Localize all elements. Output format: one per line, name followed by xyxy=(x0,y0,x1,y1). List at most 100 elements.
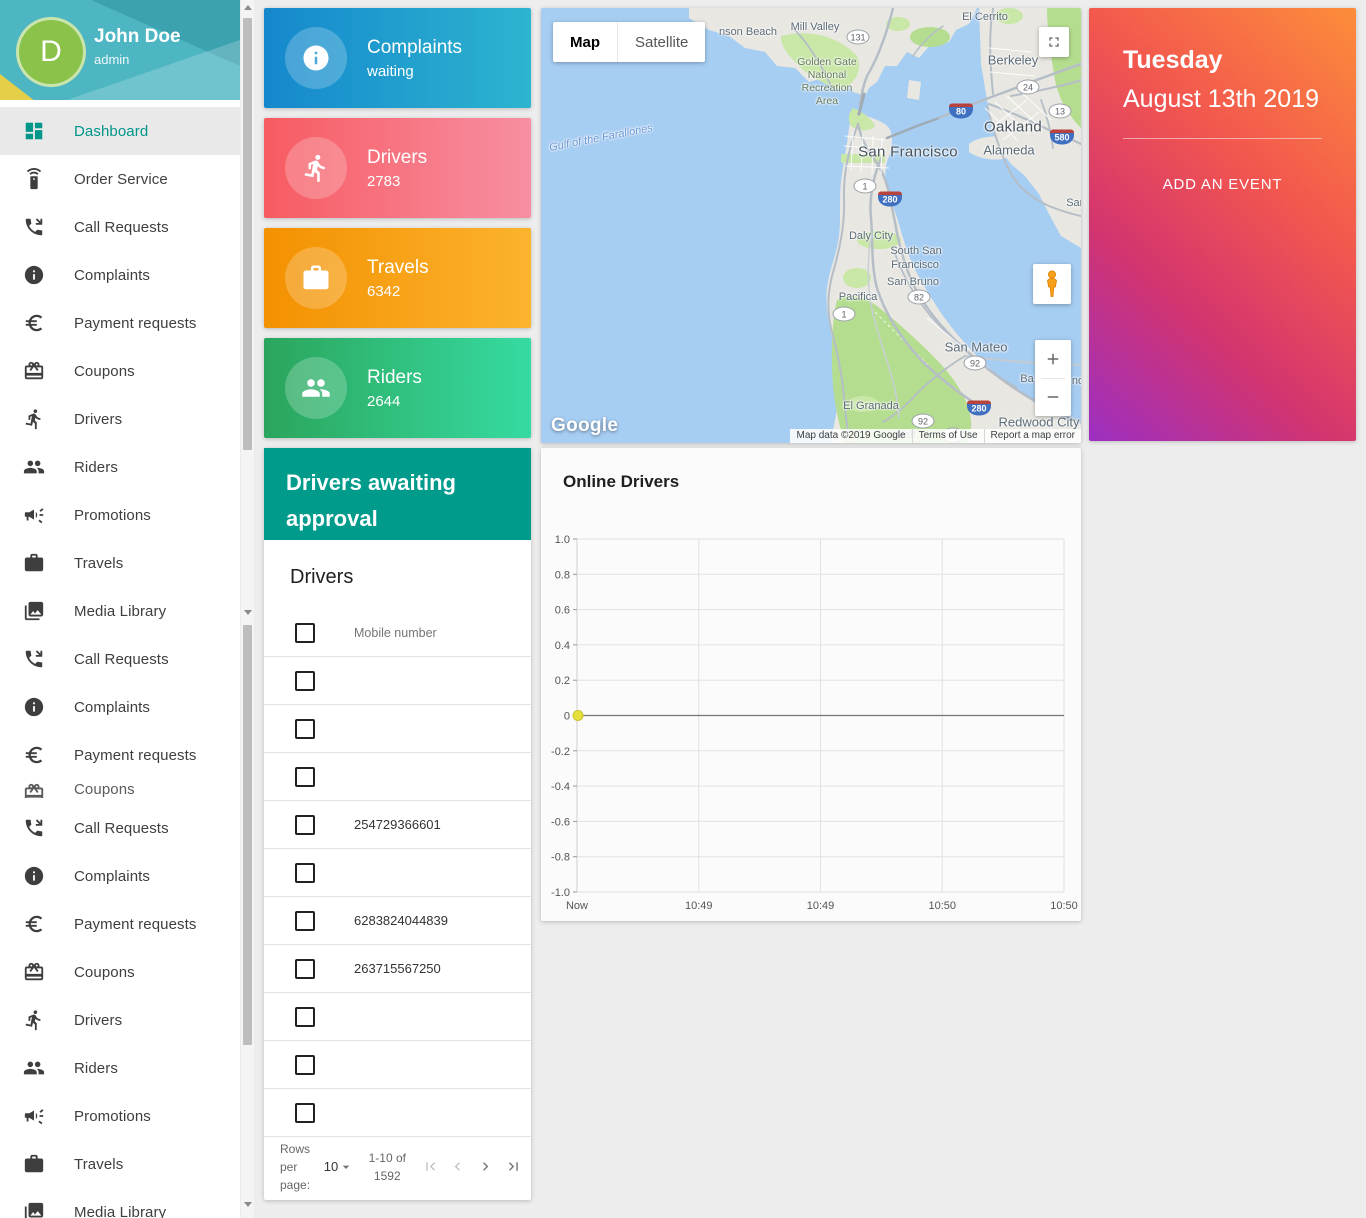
sidebar-item-riders[interactable]: Riders xyxy=(0,1044,240,1092)
sidebar-item-complaints[interactable]: Complaints xyxy=(0,251,240,299)
next-page-button[interactable] xyxy=(476,1156,496,1178)
report-map-error-link[interactable]: Report a map error xyxy=(983,429,1081,443)
map-label-oakland: Oakland xyxy=(984,118,1042,136)
map-label-redwood-city: Redwood City xyxy=(998,414,1080,430)
complaints-icon xyxy=(24,866,44,886)
stat-icon-circle xyxy=(285,27,347,89)
map-type-map-button[interactable]: Map xyxy=(553,22,617,62)
stat-card-riders[interactable]: Riders 2644 xyxy=(264,338,531,438)
stat-value: 2644 xyxy=(367,393,401,411)
chevron-left-icon xyxy=(454,1162,461,1171)
last-page-button[interactable] xyxy=(503,1156,523,1178)
table-row xyxy=(264,1041,531,1089)
mobile-number-cell: 6283824044839 xyxy=(354,913,448,928)
payment-requests-icon xyxy=(25,915,43,933)
stat-title: Complaints xyxy=(367,36,463,58)
scrollbar-thumb-top[interactable] xyxy=(243,18,252,450)
sidebar-item-promotions[interactable]: Promotions xyxy=(0,1092,240,1140)
sidebar-item-dashboard[interactable]: Dashboard xyxy=(0,107,240,155)
row-checkbox[interactable] xyxy=(295,766,315,787)
sidebar-item-payment-requests[interactable]: Payment requests xyxy=(0,731,240,779)
row-checkbox[interactable] xyxy=(295,1006,315,1027)
fullscreen-button[interactable] xyxy=(1039,27,1069,57)
scrollbar-thumb-bottom[interactable] xyxy=(243,625,252,1045)
map-label-ba: Ba xyxy=(1020,373,1034,385)
table-row: 254729366601 xyxy=(264,801,531,849)
sidebar-item-label: Travels xyxy=(74,1155,124,1173)
sidebar-item-drivers[interactable]: Drivers xyxy=(0,996,240,1044)
add-event-button[interactable]: ADD AN EVENT xyxy=(1157,175,1289,194)
sidebar-item-coupons[interactable]: Coupons xyxy=(0,779,240,798)
sidebar-item-call-requests[interactable]: Call Requests xyxy=(0,804,240,852)
coupons-icon xyxy=(24,962,44,981)
google-map[interactable]: nson Beach Mill Valley El Cerrito Berkeley G… xyxy=(541,8,1081,443)
complaints-icon xyxy=(24,265,44,285)
sidebar-item-call-requests[interactable]: Call Requests xyxy=(0,203,240,251)
row-checkbox[interactable] xyxy=(295,1102,315,1123)
row-checkbox[interactable] xyxy=(295,1054,315,1075)
sidebar-item-drivers[interactable]: Drivers xyxy=(0,395,240,443)
table-row: 263715567250 xyxy=(264,945,531,993)
sidebar-item-complaints[interactable]: Complaints xyxy=(0,683,240,731)
sidebar-item-riders[interactable]: Riders xyxy=(0,443,240,491)
riders-icon xyxy=(23,1061,45,1075)
first-page-button[interactable] xyxy=(420,1156,440,1178)
row-checkbox[interactable] xyxy=(295,958,315,979)
stat-card-travels[interactable]: Travels 6342 xyxy=(264,228,531,328)
zoom-out-button[interactable] xyxy=(1035,379,1071,417)
row-checkbox[interactable] xyxy=(295,910,315,931)
data-point xyxy=(572,710,584,721)
pagination-range-label: 1-10 of 1592 xyxy=(368,1150,406,1183)
sidebar-item-label: Payment requests xyxy=(74,314,197,332)
google-logo[interactable]: Google xyxy=(551,415,618,437)
y-tick-label: -0.8 xyxy=(551,852,570,864)
sidebar-item-call-requests[interactable]: Call Requests xyxy=(0,635,240,683)
scroll-down-arrow-bottom[interactable] xyxy=(243,1200,252,1209)
map-label-el-cerrito: El Cerrito xyxy=(962,11,1008,23)
interstate-badge-580: 580 xyxy=(1050,129,1074,145)
map-zoom-control xyxy=(1035,340,1071,416)
scroll-up-arrow[interactable] xyxy=(243,3,252,12)
zoom-in-button[interactable] xyxy=(1035,340,1071,378)
table-row xyxy=(264,753,531,801)
pegman-control[interactable] xyxy=(1033,264,1071,304)
map-type-satellite-button[interactable]: Satellite xyxy=(617,22,705,62)
sidebar-item-label: Promotions xyxy=(74,1107,151,1125)
y-tick-label: 1.0 xyxy=(555,534,570,546)
route-badge-92: 92 xyxy=(963,355,987,371)
sidebar-item-travels[interactable]: Travels xyxy=(0,1140,240,1188)
map-label-berkeley: Berkeley xyxy=(987,52,1039,68)
row-checkbox[interactable] xyxy=(295,814,315,835)
select-all-checkbox[interactable] xyxy=(295,622,315,643)
interstate-badge-80: 80 xyxy=(949,103,973,119)
people-icon xyxy=(302,379,330,397)
row-checkbox[interactable] xyxy=(295,670,315,691)
sidebar-item-complaints[interactable]: Complaints xyxy=(0,852,240,900)
map-label-san-francisco: San Francisco xyxy=(858,143,958,161)
sidebar-item-coupons[interactable]: Coupons xyxy=(0,948,240,996)
sidebar-item-coupons[interactable]: Coupons xyxy=(0,347,240,395)
sidebar-item-payment-requests[interactable]: Payment requests xyxy=(0,900,240,948)
sidebar-item-order-service[interactable]: Order Service xyxy=(0,155,240,203)
sidebar-item-payment-requests[interactable]: Payment requests xyxy=(0,299,240,347)
row-checkbox[interactable] xyxy=(295,718,315,739)
sidebar-item-promotions[interactable]: Promotions xyxy=(0,491,240,539)
scroll-down-arrow[interactable] xyxy=(243,608,252,617)
terms-of-use-link[interactable]: Terms of Use xyxy=(911,429,984,443)
sidebar-item-travels[interactable]: Travels xyxy=(0,539,240,587)
mobile-number-cell: 263715567250 xyxy=(354,961,441,976)
map-label-south-san: South San xyxy=(890,245,942,257)
stat-card-drivers[interactable]: Drivers 2783 xyxy=(264,118,531,218)
rows-per-page-select[interactable]: 10 xyxy=(324,1159,354,1175)
plus-icon xyxy=(1047,353,1059,364)
travels-icon xyxy=(24,553,44,572)
online-drivers-chart-card: Online Drivers Now 10:49 10:49 10:50 10:50 1.… xyxy=(541,448,1081,921)
sidebar-item-media-library[interactable]: Media Library xyxy=(0,1188,240,1218)
chevron-down-icon xyxy=(342,1165,350,1169)
row-checkbox[interactable] xyxy=(295,862,315,883)
stat-card-complaints[interactable]: Complaints waiting xyxy=(264,8,531,108)
previous-page-button[interactable] xyxy=(448,1156,468,1178)
sidebar-item-media-library[interactable]: Media Library xyxy=(0,587,240,635)
stat-title: Travels xyxy=(367,256,429,278)
sidebar-item-label: Media Library xyxy=(74,602,167,620)
